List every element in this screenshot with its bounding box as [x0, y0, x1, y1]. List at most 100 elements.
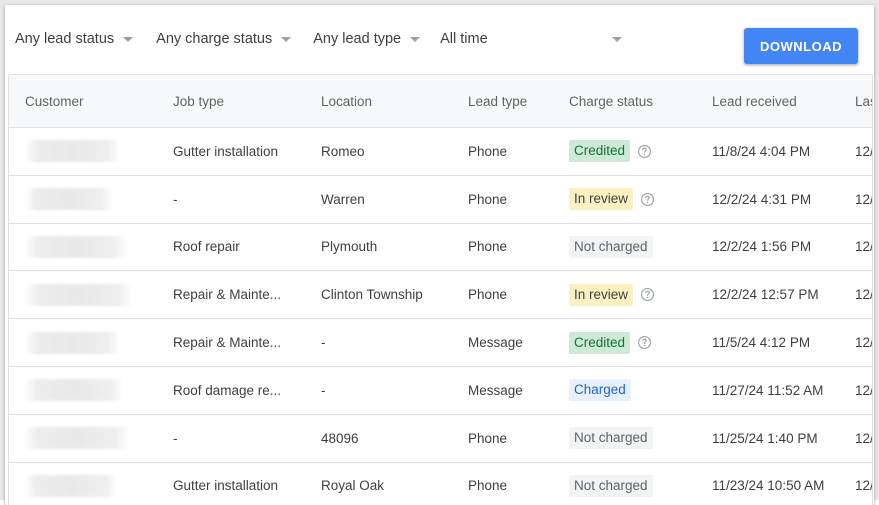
status-badge: Not charged — [569, 427, 653, 449]
redacted-customer-name — [25, 475, 117, 497]
cell-customer — [9, 414, 157, 462]
redacted-customer-name — [25, 188, 113, 210]
cell-customer — [9, 462, 157, 505]
table-body: Gutter installationRomeoPhoneCredited11/… — [9, 128, 873, 505]
cell-job-type: - — [157, 414, 305, 462]
cell-lead-type: Phone — [452, 271, 553, 319]
status-badge: In review — [569, 284, 633, 306]
table-row[interactable]: Roof repairPlymouthPhone Not charged 12/2/… — [9, 223, 873, 271]
cell-charge-status: Not charged — [553, 223, 696, 271]
page-root: Any lead status Any charge status Any le… — [0, 0, 879, 500]
leads-card: Any lead status Any charge status Any le… — [5, 5, 874, 505]
download-button[interactable]: DOWNLOAD — [744, 28, 858, 64]
cell-location: Romeo — [305, 128, 452, 176]
cell-lead-type: Message — [452, 366, 553, 414]
filter-group: Any lead status Any charge status Any le… — [15, 5, 622, 74]
cell-customer — [9, 319, 157, 367]
cell-lead-type: Phone — [452, 128, 553, 176]
status-badge: Not charged — [569, 236, 653, 258]
column-header-last-activity: Last activity — [839, 75, 873, 128]
cell-location: Clinton Township — [305, 271, 452, 319]
status-badge: Charged — [569, 379, 631, 401]
table-row[interactable]: Repair & Mainte...-MessageCredited11/5/2… — [9, 319, 873, 367]
table-row[interactable]: Gutter installationRoyal OakPhoneNot cha… — [9, 462, 873, 505]
cell-charge-status: Not charged — [553, 462, 696, 505]
cell-last-activity: 12/2/24 9:20 AM — [839, 366, 873, 414]
cell-location: - — [305, 319, 452, 367]
leads-table-panel: Customer Job type Location Lead type Cha… — [8, 74, 873, 505]
chevron-down-icon — [281, 37, 291, 42]
cell-charge-status: In review — [553, 175, 696, 223]
cell-last-activity: 12/2/24 4:37 PM — [839, 175, 873, 223]
help-circle-icon[interactable] — [637, 144, 652, 159]
cell-job-type: Roof repair — [157, 223, 305, 271]
redacted-customer-name — [25, 284, 133, 306]
redacted-customer-name — [25, 332, 120, 354]
cell-location: Plymouth — [305, 223, 452, 271]
cell-job-type: Repair & Mainte... — [157, 271, 305, 319]
cell-charge-status: Credited — [553, 128, 696, 176]
status-badge: Credited — [569, 140, 630, 162]
table-row[interactable]: Gutter installationRomeoPhone Credited 11/… — [9, 128, 873, 176]
cell-job-type: Gutter installation — [157, 128, 305, 176]
cell-location: Royal Oak — [305, 462, 452, 505]
column-header-lead-received: Lead received — [696, 75, 839, 128]
cell-last-activity: 12/2/24 9:06 AM — [839, 414, 873, 462]
cell-location: Warren — [305, 175, 452, 223]
filter-time-range[interactable]: All time — [440, 23, 622, 57]
cell-customer — [9, 366, 157, 414]
cell-job-type: Roof damage re... — [157, 366, 305, 414]
filter-charge-status[interactable]: Any charge status — [156, 23, 291, 57]
cell-last-activity: 12/2/24 2:01 PM — [839, 223, 873, 271]
column-header-charge-status: Charge status — [553, 75, 696, 128]
table-header-row: Customer Job type Location Lead type Cha… — [9, 75, 873, 128]
column-header-job-type: Job type — [157, 75, 305, 128]
cell-lead-received: 11/5/24 4:12 PM — [696, 319, 839, 367]
status-badge: Credited — [569, 332, 630, 354]
cell-customer — [9, 128, 157, 176]
column-header-location: Location — [305, 75, 452, 128]
filter-lead-type[interactable]: Any lead type — [313, 23, 420, 57]
chevron-down-icon — [123, 37, 133, 42]
chevron-down-icon — [612, 37, 622, 42]
cell-customer — [9, 271, 157, 319]
cell-last-activity: 12/2/24 1:09 PM — [839, 271, 873, 319]
redacted-customer-name — [25, 379, 123, 401]
cell-last-activity: 12/2/24 9:02 AM — [839, 462, 873, 505]
cell-charge-status: Credited — [553, 319, 696, 367]
cell-charge-status: Charged — [553, 366, 696, 414]
cell-location: - — [305, 366, 452, 414]
cell-lead-received: 11/27/24 11:52 AM — [696, 366, 839, 414]
help-circle-icon[interactable] — [640, 192, 655, 207]
column-header-customer: Customer — [9, 75, 157, 128]
redacted-customer-name — [25, 236, 127, 258]
cell-job-type: - — [157, 175, 305, 223]
cell-location: 48096 — [305, 414, 452, 462]
table-row[interactable]: -WarrenPhone In review 12/2/24 4:31 PM12/2… — [9, 175, 873, 223]
table-row[interactable]: Roof damage re...-Message Charged 11/27/24… — [9, 366, 873, 414]
help-circle-icon[interactable] — [640, 287, 655, 302]
status-badge: In review — [569, 188, 633, 210]
cell-lead-type: Phone — [452, 223, 553, 271]
cell-lead-received: 12/2/24 4:31 PM — [696, 175, 839, 223]
cell-lead-received: 11/8/24 4:04 PM — [696, 128, 839, 176]
redacted-customer-name — [25, 427, 129, 449]
filter-time-range-label: All time — [440, 32, 488, 47]
table-row[interactable]: Repair & Mainte...Clinton TownshipPhone I… — [9, 271, 873, 319]
table-row[interactable]: -48096Phone Not charged 11/25/24 1:40 PM12… — [9, 414, 873, 462]
cell-charge-status: In review — [553, 271, 696, 319]
cell-customer — [9, 175, 157, 223]
cell-lead-type: Phone — [452, 414, 553, 462]
cell-lead-type: Phone — [452, 462, 553, 505]
cell-lead-received: 11/25/24 1:40 PM — [696, 414, 839, 462]
filter-charge-status-label: Any charge status — [156, 32, 272, 47]
filter-lead-status[interactable]: Any lead status — [15, 23, 133, 57]
chevron-down-icon — [410, 37, 420, 42]
help-circle-icon[interactable] — [637, 335, 652, 350]
cell-last-activity: 12/3/24 9:11 AM — [839, 128, 873, 176]
cell-lead-received: 12/2/24 12:57 PM — [696, 271, 839, 319]
cell-charge-status: Not charged — [553, 414, 696, 462]
cell-lead-type: Phone — [452, 175, 553, 223]
cell-lead-received: 12/2/24 1:56 PM — [696, 223, 839, 271]
cell-lead-received: 11/23/24 10:50 AM — [696, 462, 839, 505]
